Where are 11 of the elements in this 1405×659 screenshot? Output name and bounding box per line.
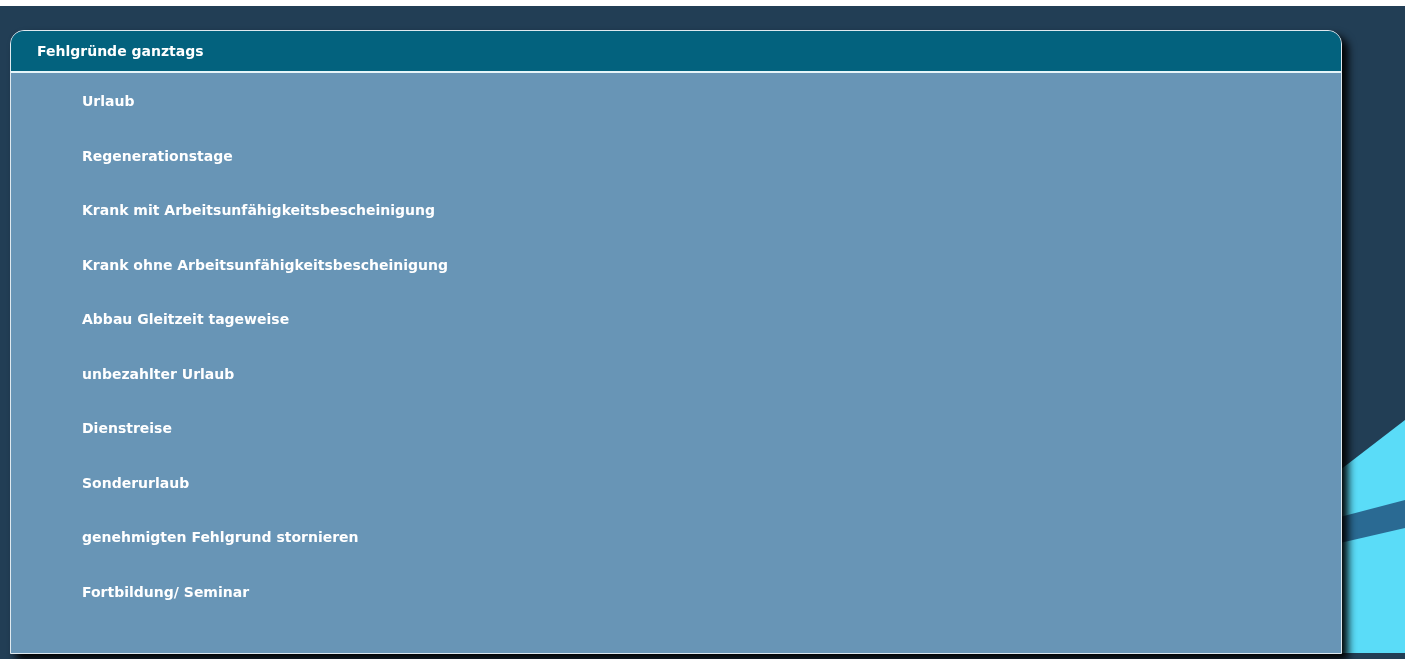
reason-link[interactable]: Sonderurlaub <box>82 474 190 491</box>
reason-link[interactable]: Krank ohne Arbeitsunfähigkeitsbescheinigung <box>82 256 449 273</box>
reason-link[interactable]: Dienstreise <box>82 420 172 437</box>
reason-link[interactable]: Regenerationstage <box>82 147 233 164</box>
reason-link[interactable]: Abbau Gleitzeit tageweise <box>82 311 290 328</box>
reason-link[interactable]: genehmigten Fehlgrund stornieren <box>82 529 359 546</box>
reason-link[interactable]: Fortbildung/ Seminar <box>82 583 250 600</box>
panel-title: Fehlgründe ganztags <box>37 43 204 59</box>
reason-link[interactable]: unbezahlter Urlaub <box>82 365 235 382</box>
reason-link[interactable]: Krank mit Arbeitsunfähigkeitsbescheinigung <box>82 202 436 219</box>
reason-link[interactable]: Urlaub <box>82 93 135 110</box>
